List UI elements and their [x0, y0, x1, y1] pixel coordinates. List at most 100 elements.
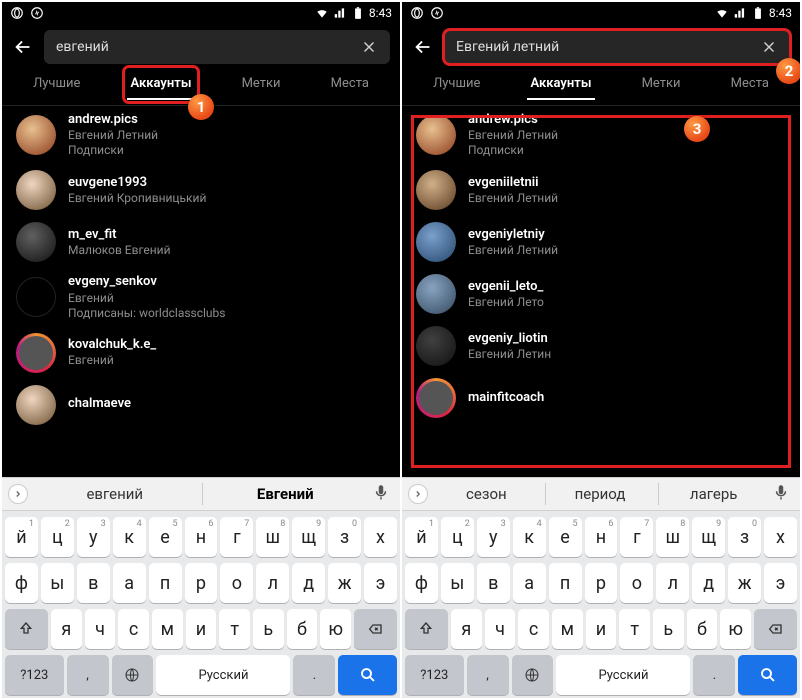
result-row[interactable]: m_ev_fitМалюков Евгений [2, 216, 400, 268]
key-у[interactable]: у3 [77, 517, 110, 557]
tab-места[interactable]: Места [327, 70, 373, 99]
key-я[interactable]: я [451, 609, 482, 649]
dot-key[interactable]: . [693, 655, 735, 695]
key-ц[interactable]: ц2 [41, 517, 74, 557]
shift-key[interactable] [5, 609, 48, 649]
back-arrow-icon[interactable] [12, 36, 34, 58]
key-н[interactable]: н6 [585, 517, 618, 557]
shift-key[interactable] [405, 609, 448, 649]
tab-лучшие[interactable]: Лучшие [429, 70, 484, 99]
key-к[interactable]: к4 [513, 517, 546, 557]
tab-метки[interactable]: Метки [238, 70, 285, 99]
key-т[interactable]: т [219, 609, 250, 649]
tab-метки[interactable]: Метки [638, 70, 685, 99]
search-key[interactable] [738, 655, 797, 695]
key-ю[interactable]: ю [720, 609, 751, 649]
search-input[interactable]: Евгений летний [444, 30, 790, 64]
result-row[interactable]: mainfitcoach [402, 372, 800, 424]
key-ь[interactable]: ь [253, 609, 284, 649]
suggestion[interactable]: Евгений [202, 483, 369, 505]
key-э[interactable]: э [764, 563, 797, 603]
result-row[interactable]: evgeniyletniyЕвгений Летний [402, 216, 800, 268]
key-я[interactable]: я [51, 609, 82, 649]
key-ф[interactable]: ф [5, 563, 38, 603]
comma-key[interactable]: , [67, 655, 109, 695]
key-б[interactable]: б [687, 609, 718, 649]
key-ц[interactable]: ц2 [441, 517, 474, 557]
key-ы[interactable]: ы [41, 563, 74, 603]
mode-key[interactable]: ?123 [5, 655, 64, 695]
key-н[interactable]: н6 [185, 517, 218, 557]
search-key[interactable] [338, 655, 397, 695]
key-л[interactable]: л [256, 563, 289, 603]
suggestion[interactable]: сезон [432, 483, 541, 505]
backspace-key[interactable] [354, 609, 397, 649]
key-ж[interactable]: ж [328, 563, 361, 603]
result-row[interactable]: evgenii_leto_Евгений Лето [402, 268, 800, 320]
key-с[interactable]: с [118, 609, 149, 649]
comma-key[interactable]: , [467, 655, 509, 695]
suggestion[interactable]: период [545, 483, 655, 505]
key-ш[interactable]: ш8 [256, 517, 289, 557]
mode-key[interactable]: ?123 [405, 655, 464, 695]
key-е[interactable]: е5 [549, 517, 582, 557]
key-к[interactable]: к4 [113, 517, 146, 557]
key-р[interactable]: р [585, 563, 618, 603]
key-ь[interactable]: ь [653, 609, 684, 649]
globe-key[interactable] [112, 655, 154, 695]
key-о[interactable]: о [220, 563, 253, 603]
key-х[interactable]: х [764, 517, 797, 557]
key-п[interactable]: п [549, 563, 582, 603]
dot-key[interactable]: . [293, 655, 335, 695]
key-г[interactable]: г7 [220, 517, 253, 557]
key-з[interactable]: з0 [328, 517, 361, 557]
key-ы[interactable]: ы [441, 563, 474, 603]
key-б[interactable]: б [287, 609, 318, 649]
tab-места[interactable]: Места [727, 70, 773, 99]
result-row[interactable]: evgeny_senkovЕвгенийПодписаны: worldclas… [2, 268, 400, 326]
key-м[interactable]: м [152, 609, 183, 649]
globe-key[interactable] [512, 655, 554, 695]
key-г[interactable]: г7 [620, 517, 653, 557]
tab-аккаунты[interactable]: Аккаунты [127, 70, 196, 99]
key-ч[interactable]: ч [485, 609, 516, 649]
key-р[interactable]: р [185, 563, 218, 603]
suggestion[interactable]: евгений [32, 483, 198, 505]
key-й[interactable]: й1 [5, 517, 38, 557]
key-в[interactable]: в [77, 563, 110, 603]
key-щ[interactable]: щ9 [292, 517, 325, 557]
key-и[interactable]: и [186, 609, 217, 649]
key-о[interactable]: о [620, 563, 653, 603]
suggestion[interactable]: лагерь [658, 483, 768, 505]
back-arrow-icon[interactable] [412, 36, 434, 58]
key-д[interactable]: д [692, 563, 725, 603]
search-input[interactable]: евгений [44, 30, 390, 64]
result-row[interactable]: andrew.picsЕвгений ЛетнийПодписки [402, 106, 800, 164]
result-row[interactable]: evgeniiletniiЕвгений Летний [402, 164, 800, 216]
key-з[interactable]: з0 [728, 517, 761, 557]
clear-icon[interactable] [760, 38, 778, 56]
key-и[interactable]: и [586, 609, 617, 649]
key-е[interactable]: е5 [149, 517, 182, 557]
key-п[interactable]: п [149, 563, 182, 603]
result-row[interactable]: kovalchuk_k.e_Евгений [2, 327, 400, 379]
key-с[interactable]: с [518, 609, 549, 649]
tab-лучшие[interactable]: Лучшие [29, 70, 84, 99]
result-row[interactable]: chalmaeve [2, 379, 400, 431]
key-й[interactable]: й1 [405, 517, 438, 557]
mic-icon[interactable] [372, 483, 394, 505]
key-д[interactable]: д [292, 563, 325, 603]
tab-аккаунты[interactable]: Аккаунты [527, 70, 596, 99]
backspace-key[interactable] [754, 609, 797, 649]
key-ф[interactable]: ф [405, 563, 438, 603]
key-в[interactable]: в [477, 563, 510, 603]
mic-icon[interactable] [772, 483, 794, 505]
space-key[interactable]: Русский [556, 655, 690, 695]
result-row[interactable]: evgeniy_liotinЕвгений Летин [402, 320, 800, 372]
key-х[interactable]: х [364, 517, 397, 557]
key-ш[interactable]: ш8 [656, 517, 689, 557]
space-key[interactable]: Русский [156, 655, 290, 695]
key-щ[interactable]: щ9 [692, 517, 725, 557]
key-а[interactable]: а [113, 563, 146, 603]
key-ж[interactable]: ж [728, 563, 761, 603]
